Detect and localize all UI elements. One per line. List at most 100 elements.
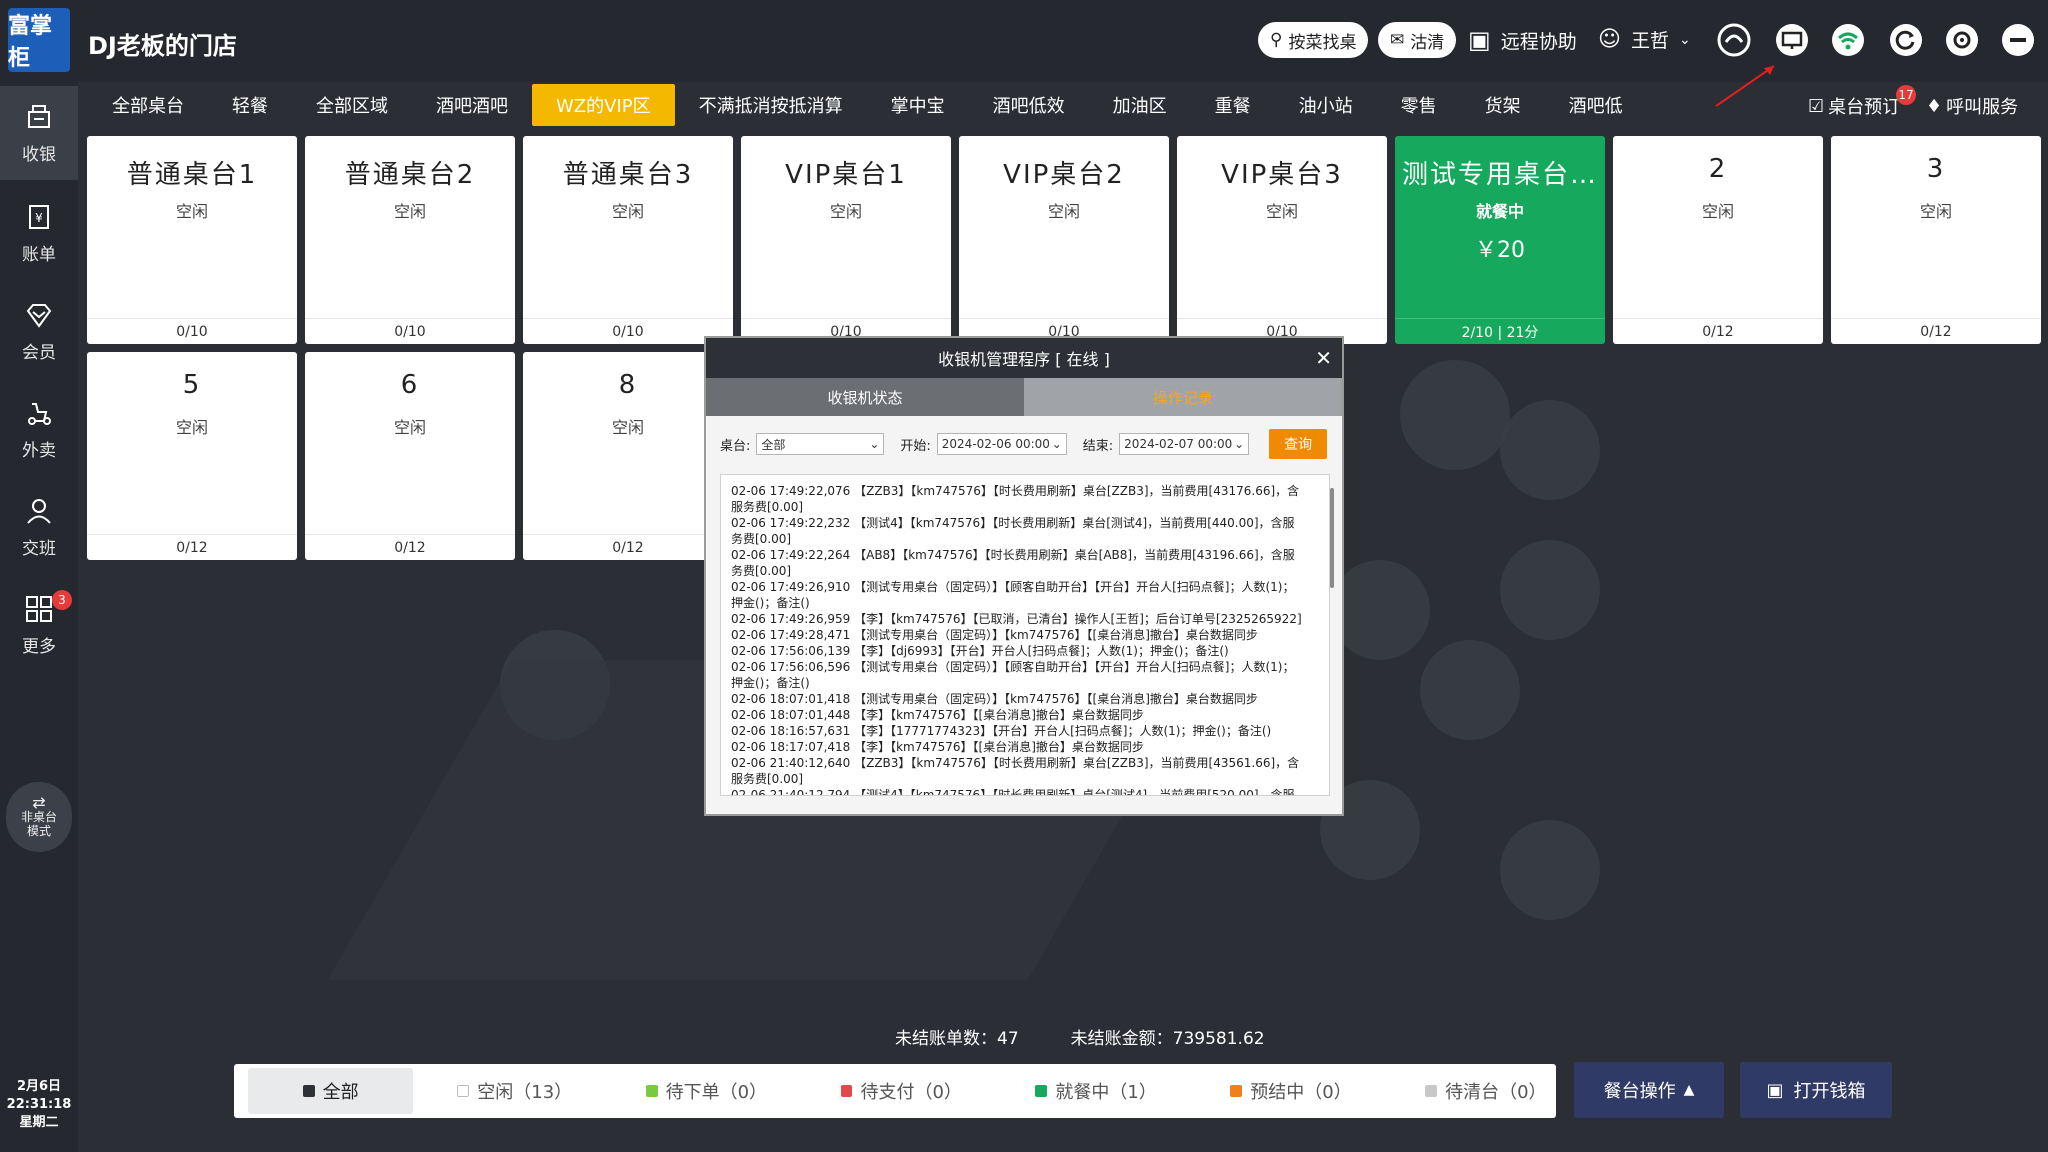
status-filter[interactable]: 就餐中（1）: [1025, 1068, 1166, 1114]
table-card[interactable]: 测试专用桌台… 就餐中 ￥20 2/10 | 21分: [1395, 136, 1605, 344]
table-name: VIP桌台3: [1221, 160, 1343, 190]
table-card[interactable]: 普通桌台3 空闲 0/10: [523, 136, 733, 344]
sidebar-item-shift[interactable]: 交班: [0, 480, 78, 574]
status-dot: [1230, 1085, 1243, 1097]
query-button[interactable]: 查询: [1269, 429, 1328, 459]
log-entry: 02-06 18:16:57,631 【李】【17771774323】【开台】开…: [731, 724, 1272, 738]
table-card[interactable]: 普通桌台2 空闲 0/10: [305, 136, 515, 344]
swap-icon: ⇄: [32, 793, 46, 812]
open-drawer-label: 打开钱箱: [1793, 1081, 1866, 1102]
tab-area[interactable]: 酒吧低: [1545, 84, 1647, 126]
tab-area[interactable]: 货架: [1461, 84, 1545, 126]
tab-operation-log[interactable]: 操作记录: [1024, 378, 1342, 416]
table-card[interactable]: 2 空闲 0/12: [1613, 136, 1823, 344]
table-card[interactable]: VIP桌台2 空闲 0/10: [959, 136, 1169, 344]
refresh-icon[interactable]: [1886, 20, 1926, 60]
tab-area[interactable]: WZ的VIP区: [532, 84, 675, 126]
open-cash-drawer-button[interactable]: ▣ 打开钱箱: [1740, 1062, 1892, 1118]
status-filter[interactable]: 待支付（0）: [831, 1068, 972, 1114]
user-menu[interactable]: ☺ 王哲 ⌄: [1598, 26, 1691, 53]
settings-icon[interactable]: [1942, 20, 1982, 60]
table-card[interactable]: VIP桌台3 空闲 0/10: [1177, 136, 1387, 344]
support-icon[interactable]: [1714, 20, 1754, 60]
status-label: 预结中（0）: [1250, 1082, 1352, 1103]
operation-log-list[interactable]: 02-06 17:49:22,076 【ZZB3】【km747576】【时长费用…: [720, 474, 1330, 796]
log-entry: 02-06 17:49:28,471 【测试专用桌台（固定码）】【km74757…: [731, 628, 1258, 642]
sidebar-label: 收银: [22, 144, 56, 165]
status-dot: [302, 1085, 315, 1097]
sidebar-item-cashier[interactable]: 收银: [0, 86, 78, 180]
sidebar-item-delivery[interactable]: 外卖: [0, 382, 78, 476]
top-bar: 富掌柜 DJ老板的门店 ⚲ 按菜找桌 ✉ 沽清 ▣ 远程协助 ☺ 王哲 ⌄: [0, 0, 2048, 107]
unsettled-amount: 未结账金额：739581.62: [1070, 1029, 1265, 1049]
table-status: 空闲: [611, 202, 644, 221]
time: 22:31:18: [6, 1097, 72, 1112]
status-filter-bar: 全部 空闲（13） 待下单（0） 待支付（0） 就餐中（1） 预结中（0） 待清台（0）: [234, 1064, 1556, 1118]
table-name: 普通桌台1: [126, 160, 258, 190]
laundry-icon: [1500, 400, 1600, 500]
tab-area[interactable]: 酒吧低效: [969, 84, 1089, 126]
table-card[interactable]: VIP桌台1 空闲 0/10: [741, 136, 951, 344]
cash-drawer-icon: ▣: [1766, 1079, 1784, 1101]
screen-icon[interactable]: [1772, 20, 1812, 60]
reservation-label: 桌台预订: [1828, 97, 1901, 118]
sidebar-label: 账单: [22, 244, 56, 265]
find-dish-button[interactable]: ⚲ 按菜找桌: [1258, 22, 1369, 58]
remote-assist-button[interactable]: ▣ 远程协助: [1468, 26, 1577, 54]
end-date-input[interactable]: 2024-02-07 00:00 ⌄: [1119, 433, 1250, 455]
status-filter[interactable]: 空闲（13）: [447, 1068, 581, 1114]
table-reservation-button[interactable]: ☑ 桌台预订 17: [1808, 85, 1916, 119]
tab-area[interactable]: 掌中宝: [867, 84, 969, 126]
table-card[interactable]: 3 空闲 0/12: [1831, 136, 2041, 344]
table-seats: 0/12: [87, 534, 297, 560]
pos-app: 富掌柜 DJ老板的门店 ⚲ 按菜找桌 ✉ 沽清 ▣ 远程协助 ☺ 王哲 ⌄ 收银…: [0, 0, 2048, 1152]
call-service-button[interactable]: ♦ 呼叫服务: [1926, 93, 2018, 119]
log-entry: 02-06 17:56:06,596 【测试专用桌台（固定码）】【顾客自助开台】…: [731, 660, 1295, 690]
tab-area[interactable]: 加油区: [1089, 84, 1191, 126]
tab-area[interactable]: 油小站: [1275, 84, 1377, 126]
close-icon[interactable]: ✕: [1315, 346, 1332, 370]
clean-button[interactable]: ✉ 沽清: [1378, 22, 1457, 58]
bill-icon: ¥: [29, 204, 49, 229]
tab-area[interactable]: 全部桌台: [88, 84, 208, 126]
sidebar-label: 外卖: [22, 440, 56, 461]
sidebar-item-member[interactable]: 会员: [0, 284, 78, 378]
tab-area[interactable]: 轻餐: [208, 84, 292, 126]
table-seats: 0/12: [523, 534, 733, 560]
sidebar: 收银 ¥ 账单 会员 外卖 交班 更多 3 ⇄ 非桌台模式 2月6日 22:31…: [0, 82, 78, 1152]
tab-area[interactable]: 酒吧酒吧: [412, 84, 532, 126]
table-seats: 0/10: [305, 318, 515, 344]
table-select[interactable]: 全部 ⌄: [756, 433, 885, 455]
status-filter[interactable]: 全部: [248, 1068, 414, 1114]
tab-area[interactable]: 全部区域: [292, 84, 412, 126]
tab-area[interactable]: 零售: [1377, 84, 1461, 126]
wifi-icon[interactable]: [1828, 20, 1868, 60]
remote-assist-label: 远程协助: [1500, 30, 1577, 53]
bakery-icon: [1420, 640, 1520, 740]
status-filter[interactable]: 待清台（0）: [1415, 1068, 1556, 1114]
tab-area[interactable]: 不满抵消按抵消算: [675, 84, 867, 126]
fresh-icon: [1500, 820, 1600, 920]
status-filter[interactable]: 待下单（0）: [636, 1068, 777, 1114]
table-card[interactable]: 8 空闲 0/12: [523, 352, 733, 560]
non-table-mode-button[interactable]: ⇄ 非桌台模式: [6, 782, 72, 852]
sidebar-item-bill[interactable]: ¥ 账单: [0, 186, 78, 280]
minimize-icon[interactable]: [1998, 20, 2038, 60]
tab-cashier-status[interactable]: 收银机状态: [706, 378, 1024, 416]
start-date-input[interactable]: 2024-02-06 00:00 ⌄: [936, 433, 1067, 455]
table-card[interactable]: 6 空闲 0/12: [305, 352, 515, 560]
table-operation-button[interactable]: 餐台操作 ▲: [1574, 1062, 1724, 1118]
start-date-value: 2024-02-06 00:00: [941, 437, 1050, 451]
tab-area[interactable]: 重餐: [1191, 84, 1275, 126]
app-logo: 富掌柜: [8, 8, 70, 72]
western-food-icon: [1500, 540, 1600, 640]
status-label: 待清台（0）: [1445, 1082, 1547, 1103]
table-status: 空闲: [1265, 202, 1298, 221]
status-filter[interactable]: 预结中（0）: [1220, 1068, 1361, 1114]
sidebar-item-more[interactable]: 更多 3: [0, 578, 78, 672]
table-card[interactable]: 普通桌台1 空闲 0/10: [87, 136, 297, 344]
log-entry: 02-06 17:49:26,910 【测试专用桌台（固定码）】【顾客自助开台】…: [731, 580, 1295, 610]
dialog-title: 收银机管理程序 [ 在线 ]: [938, 350, 1110, 369]
table-card[interactable]: 5 空闲 0/12: [87, 352, 297, 560]
log-scrollbar[interactable]: [1330, 488, 1334, 588]
